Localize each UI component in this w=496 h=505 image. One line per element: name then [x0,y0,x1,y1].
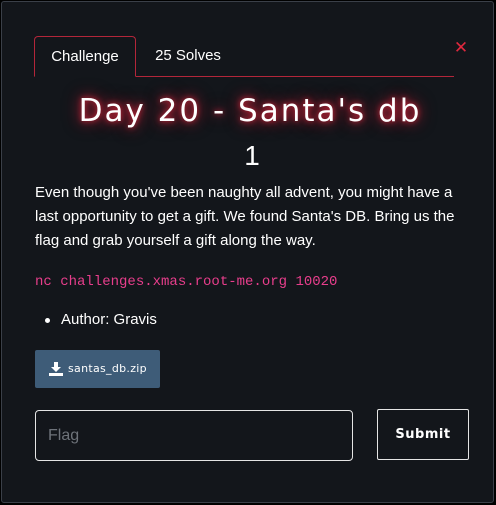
tab-bar: Challenge 25 Solves [34,36,454,77]
challenge-modal: Challenge 25 Solves ✕ Day 20 - Santa's d… [1,1,494,503]
submit-button[interactable]: Submit [377,409,469,460]
file-name: santas_db.zip [68,362,147,375]
tab-challenge[interactable]: Challenge [34,36,136,77]
tab-solves[interactable]: 25 Solves [145,36,231,76]
challenge-value: 1 [244,140,260,171]
download-file-button[interactable]: santas_db.zip [35,350,160,388]
download-icon [49,362,63,376]
challenge-description: Even though you've been naughty all adve… [35,184,455,249]
author-list-item: Author: Gravis [45,311,157,328]
author-label: Author: Gravis [61,311,157,328]
close-icon[interactable]: ✕ [453,39,469,57]
bullet-icon [45,318,50,323]
flag-input[interactable] [35,410,353,461]
challenge-title: Day 20 - Santa's db [78,93,422,129]
connection-command: nc challenges.xmas.root-me.org 10020 [35,274,338,290]
